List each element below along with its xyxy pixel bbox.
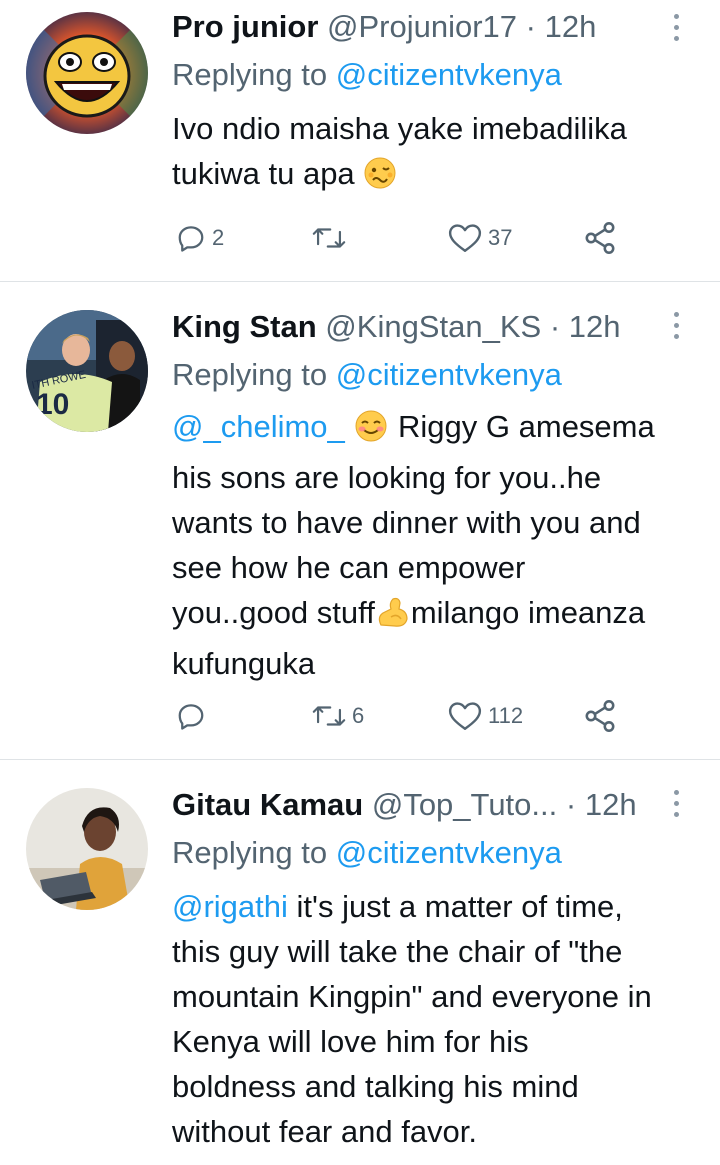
avatar[interactable]: 10 ITH ROWE [26,310,148,432]
flexed-biceps-emoji-icon [375,595,411,641]
mention-link[interactable]: @_chelimo_ [172,409,345,444]
tweet-text-line: Riggy G amesema [398,409,655,444]
replying-to-link[interactable]: @citizentvkenya [336,57,562,92]
share-button[interactable] [582,218,618,258]
share-button[interactable] [582,696,618,736]
replying-to-link[interactable]: @citizentvkenya [336,357,562,392]
tweet[interactable]: Pro junior @Projunior17 · 12h Replying t… [0,0,720,282]
replying-to: Replying to @citizentvkenya [172,56,562,94]
reply-button[interactable] [176,696,212,736]
display-name[interactable]: Gitau Kamau [172,787,363,822]
tweet-text: Ivo ndio maisha yake imebadilika tukiwa … [172,106,702,202]
replying-label: Replying to [172,357,328,392]
tweet-header: Pro junior @Projunior17 · 12h [172,8,680,46]
like-count: 112 [488,703,524,728]
retweet-count: 6 [352,703,365,728]
tweet-text-line: his sons are looking for you..he [172,460,602,495]
tweet-text-line: you..good stuff [172,595,375,630]
separator-dot: · [525,9,536,44]
replying-label: Replying to [172,57,328,92]
tweet-text: @_chelimo_ Riggy G amesema his sons are … [172,404,702,686]
tweet-header: Gitau Kamau @Top_Tuto... · 12h [172,786,680,824]
tweet-actions: 2 37 [172,218,652,258]
replying-to-link[interactable]: @citizentvkenya [336,835,562,870]
woozy-face-emoji-icon [363,156,397,202]
tweet-text-line: Kenya will love him for his [172,1024,529,1059]
tweet-actions: 6 112 [172,696,652,736]
timestamp[interactable]: 12h [545,9,597,44]
display-name[interactable]: Pro junior [172,9,318,44]
tweet-text: @rigathi it's just a matter of time, thi… [172,884,702,1154]
like-icon [448,702,482,730]
like-button[interactable]: 37 [448,218,512,258]
replying-label: Replying to [172,835,328,870]
display-name[interactable]: King Stan [172,309,317,344]
more-icon[interactable] [672,790,680,817]
timestamp[interactable]: 12h [585,787,637,822]
share-icon [585,700,615,732]
tweet[interactable]: 10 ITH ROWE King Stan @KingStan_KS · 12h… [0,282,720,760]
tweet-text-line: mountain Kingpin" and everyone in [172,979,652,1014]
tweet-text-line: see how he can empower [172,550,526,585]
avatar-jersey-number: 10 [36,388,69,421]
mention-link[interactable]: @rigathi [172,889,288,924]
more-icon[interactable] [672,312,680,339]
tweet-text-line: without fear and favor. [172,1114,478,1149]
tweet-text-line: boldness and talking his mind [172,1069,579,1104]
reply-icon [178,704,204,730]
reply-feed: Pro junior @Projunior17 · 12h Replying t… [0,0,720,1165]
avatar[interactable] [26,12,148,134]
tweet-text-line: milango imeanza [410,595,646,630]
replying-to: Replying to @citizentvkenya [172,834,562,872]
retweet-icon [312,706,346,726]
user-handle[interactable]: @Top_Tuto... [372,787,557,822]
reply-button[interactable]: 2 [176,218,224,258]
timestamp[interactable]: 12h [569,309,621,344]
replying-to: Replying to @citizentvkenya [172,356,562,394]
smiling-face-emoji-icon [353,409,389,455]
separator-dot: · [565,787,577,822]
retweet-button[interactable]: 6 [312,696,364,736]
tweet-text-line: Ivo ndio maisha yake imebadilika [172,111,627,146]
like-icon [448,224,482,252]
more-icon[interactable] [672,14,680,41]
tweet-text-line: wants to have dinner with you and [172,505,641,540]
avatar[interactable] [26,788,148,910]
reply-icon [178,226,204,252]
reply-count: 2 [212,225,225,250]
share-icon [585,222,615,254]
tweet-text-line: it's just a matter of time, [296,889,623,924]
separator-dot: · [549,309,561,344]
user-handle[interactable]: @Projunior17 [327,9,517,44]
tweet-text-line: tukiwa tu apa [172,156,355,191]
tweet[interactable]: Gitau Kamau @Top_Tuto... · 12h Replying … [0,760,720,1165]
tweet-text-line: this guy will take the chair of "the [172,934,623,969]
user-handle[interactable]: @KingStan_KS [325,309,541,344]
like-button[interactable]: 112 [448,696,523,736]
retweet-button[interactable] [312,218,352,258]
retweet-icon [312,228,346,248]
like-count: 37 [488,225,513,250]
tweet-text-line: kufunguka [172,646,316,681]
tweet-header: King Stan @KingStan_KS · 12h [172,308,680,346]
